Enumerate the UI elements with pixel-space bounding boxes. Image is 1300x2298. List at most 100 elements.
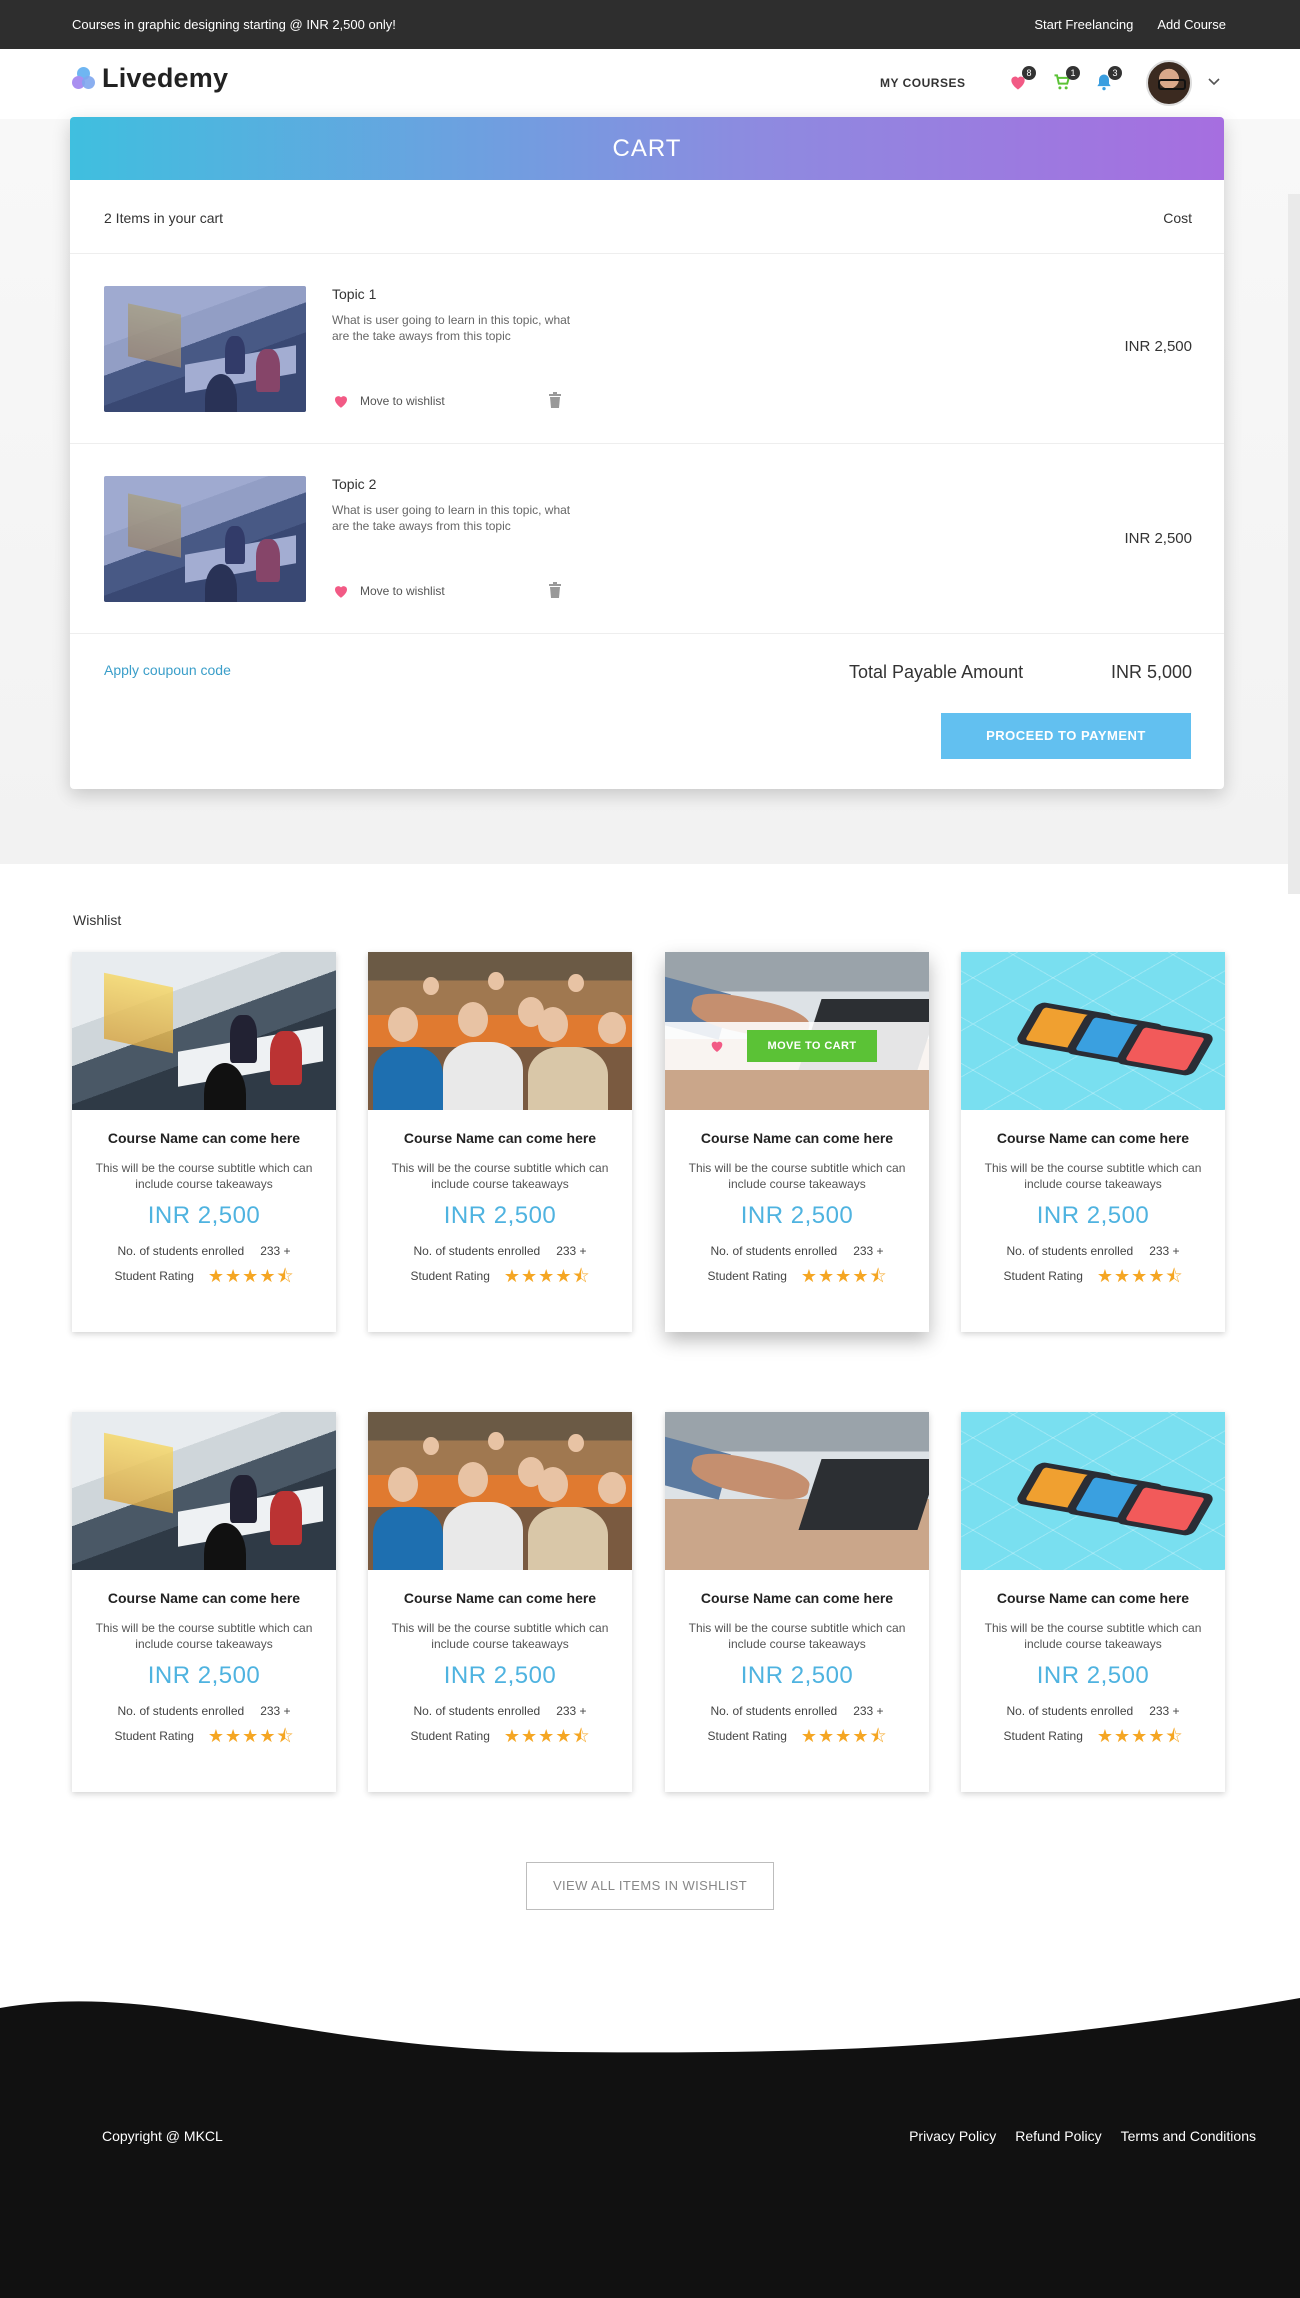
cart-item-thumbnail[interactable] xyxy=(104,476,306,602)
brand-logo[interactable]: Livedemy xyxy=(72,63,228,94)
notification-bell-icon[interactable]: 3 xyxy=(1094,66,1122,94)
rating-row: Student Rating ★ ★ ★ ★ ⯪ xyxy=(665,1726,929,1746)
rating-row: Student Rating ★ ★ ★ ★ ⯪ xyxy=(961,1266,1225,1286)
star-icon: ★ xyxy=(835,1266,852,1286)
cart-item-thumbnail[interactable] xyxy=(104,286,306,412)
cart-item-title[interactable]: Topic 2 xyxy=(332,476,376,492)
heart-icon[interactable] xyxy=(709,1038,725,1054)
enrolled-count: 233 + xyxy=(556,1244,587,1258)
enrolled-count: 233 + xyxy=(260,1244,291,1258)
enrolled-label: No. of students enrolled xyxy=(1006,1244,1134,1258)
course-name[interactable]: Course Name can come here xyxy=(72,1590,336,1606)
total-payable-value: INR 5,000 xyxy=(1110,662,1192,682)
footer: Copyright @ MKCL Privacy Policy Refund P… xyxy=(0,1990,1300,2298)
privacy-policy-link[interactable]: Privacy Policy xyxy=(909,2128,996,2144)
star-icon: ★ xyxy=(1114,1266,1131,1286)
delete-trash-icon[interactable] xyxy=(548,392,562,408)
wishlist-count-badge: 8 xyxy=(1022,66,1036,80)
rating-row: Student Rating ★ ★ ★ ★ ⯪ xyxy=(665,1266,929,1286)
star-icon: ★ xyxy=(259,1266,276,1286)
course-card[interactable]: Course Name can come here This will be th… xyxy=(368,952,632,1332)
course-name[interactable]: Course Name can come here xyxy=(72,1130,336,1146)
cart-item-title[interactable]: Topic 1 xyxy=(332,286,376,302)
main-header: Livedemy MY COURSES 8 1 3 xyxy=(0,49,1300,119)
add-course-link[interactable]: Add Course xyxy=(1157,17,1226,32)
chevron-down-icon[interactable] xyxy=(1207,75,1221,89)
cost-column-label: Cost xyxy=(1163,210,1192,226)
notification-count-badge: 3 xyxy=(1108,66,1122,80)
cart-item: Topic 1 What is user going to learn in t… xyxy=(70,254,1224,444)
enrolled-count: 233 + xyxy=(853,1704,884,1718)
star-icon: ⯪ xyxy=(276,1726,294,1746)
refund-policy-link[interactable]: Refund Policy xyxy=(1015,2128,1101,2144)
star-icon: ★ xyxy=(538,1726,555,1746)
cart-title: CART xyxy=(70,117,1224,180)
star-icon: ★ xyxy=(852,1726,869,1746)
course-name[interactable]: Course Name can come here xyxy=(961,1130,1225,1146)
enrolled-row: No. of students enrolled 233 + xyxy=(368,1704,632,1718)
view-all-wishlist-button[interactable]: VIEW ALL ITEMS IN WISHLIST xyxy=(526,1862,774,1910)
rating-label: Student Rating xyxy=(410,1729,490,1743)
promo-top-bar: Courses in graphic designing starting @ … xyxy=(0,0,1300,49)
enrolled-label: No. of students enrolled xyxy=(710,1244,838,1258)
cart-icon[interactable]: 1 xyxy=(1052,66,1080,94)
rating-label: Student Rating xyxy=(410,1269,490,1283)
cart-item-description: What is user going to learn in this topi… xyxy=(332,503,571,533)
apply-coupon-link[interactable]: Apply coupoun code xyxy=(104,662,231,678)
course-name[interactable]: Course Name can come here xyxy=(665,1590,929,1606)
course-thumbnail[interactable] xyxy=(72,1412,336,1570)
move-to-wishlist-button[interactable]: Move to wishlist xyxy=(332,582,445,600)
enrolled-row: No. of students enrolled 233 + xyxy=(665,1704,929,1718)
footer-links: Privacy Policy Refund Policy Terms and C… xyxy=(909,2128,1256,2144)
star-icon: ★ xyxy=(555,1726,572,1746)
rating-label: Student Rating xyxy=(1003,1729,1083,1743)
course-card[interactable]: Course Name can come here This will be th… xyxy=(72,952,336,1332)
course-card[interactable]: MOVE TO CART Course Name can come here Thi… xyxy=(665,952,929,1332)
wishlist-heart-icon[interactable]: 8 xyxy=(1008,66,1036,94)
course-thumbnail[interactable] xyxy=(665,1412,929,1570)
proceed-to-payment-button[interactable]: PROCEED TO PAYMENT xyxy=(941,713,1191,759)
course-name[interactable]: Course Name can come here xyxy=(665,1130,929,1146)
terms-conditions-link[interactable]: Terms and Conditions xyxy=(1121,2128,1256,2144)
course-name[interactable]: Course Name can come here xyxy=(961,1590,1225,1606)
course-name[interactable]: Course Name can come here xyxy=(368,1590,632,1606)
star-icon: ★ xyxy=(835,1726,852,1746)
enrolled-label: No. of students enrolled xyxy=(413,1244,541,1258)
cart-item-price: INR 2,500 xyxy=(1124,530,1192,547)
star-icon: ★ xyxy=(852,1266,869,1286)
course-card[interactable]: Course Name can come here This will be th… xyxy=(368,1412,632,1792)
course-name[interactable]: Course Name can come here xyxy=(368,1130,632,1146)
star-icon: ★ xyxy=(242,1726,259,1746)
star-icon: ★ xyxy=(818,1266,835,1286)
move-to-wishlist-button[interactable]: Move to wishlist xyxy=(332,392,445,410)
star-rating: ★ ★ ★ ★ ⯪ xyxy=(208,1266,294,1286)
course-card[interactable]: Course Name can come here This will be th… xyxy=(72,1412,336,1792)
my-courses-link[interactable]: MY COURSES xyxy=(880,76,965,90)
course-thumbnail[interactable] xyxy=(961,1412,1225,1570)
course-thumbnail[interactable] xyxy=(368,952,632,1110)
star-icon: ★ xyxy=(1148,1726,1165,1746)
course-thumbnail[interactable] xyxy=(72,952,336,1110)
move-to-wishlist-label: Move to wishlist xyxy=(360,394,445,408)
course-thumbnail[interactable] xyxy=(961,952,1225,1110)
course-card[interactable]: Course Name can come here This will be th… xyxy=(961,1412,1225,1792)
user-avatar[interactable] xyxy=(1146,60,1192,106)
star-icon: ★ xyxy=(800,1726,818,1746)
course-thumbnail[interactable] xyxy=(368,1412,632,1570)
cart-item-count: 2 Items in your cart xyxy=(104,210,224,226)
promo-text: Courses in graphic designing starting @ … xyxy=(72,17,396,32)
delete-trash-icon[interactable] xyxy=(548,582,562,598)
star-icon: ★ xyxy=(800,1266,818,1286)
star-icon: ★ xyxy=(225,1266,242,1286)
course-card[interactable]: Course Name can come here This will be th… xyxy=(961,952,1225,1332)
course-card[interactable]: Course Name can come here This will be th… xyxy=(665,1412,929,1792)
start-freelancing-link[interactable]: Start Freelancing xyxy=(1034,17,1133,32)
course-price: INR 2,500 xyxy=(1036,1662,1150,1689)
course-price: INR 2,500 xyxy=(1036,1202,1150,1229)
star-rating: ★ ★ ★ ★ ⯪ xyxy=(800,1726,887,1746)
course-price: INR 2,500 xyxy=(740,1202,854,1229)
course-thumbnail[interactable]: MOVE TO CART xyxy=(665,952,929,1110)
move-to-cart-button[interactable]: MOVE TO CART xyxy=(747,1030,877,1062)
star-icon: ★ xyxy=(207,1726,225,1746)
course-subtitle: This will be the course subtitle which c… xyxy=(688,1621,906,1651)
